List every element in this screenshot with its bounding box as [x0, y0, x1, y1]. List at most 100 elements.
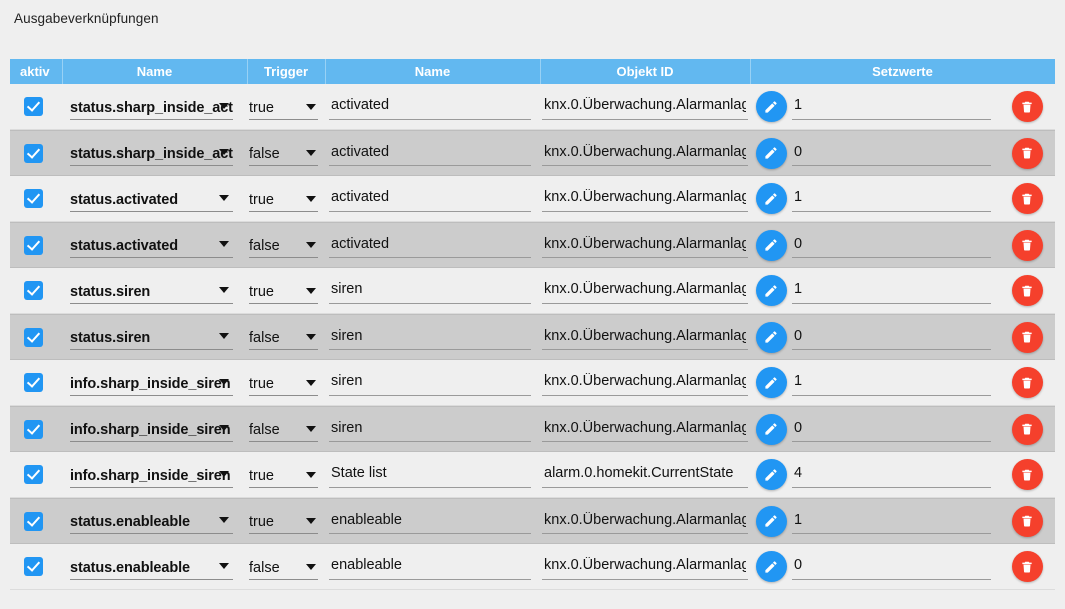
row-active-checkbox[interactable] — [24, 373, 43, 392]
target-name-input[interactable] — [329, 324, 531, 350]
delete-button[interactable] — [1011, 367, 1043, 398]
object-id-input[interactable] — [542, 369, 748, 396]
row-active-checkbox[interactable] — [24, 189, 43, 208]
target-name-input[interactable] — [329, 185, 531, 212]
delete-button[interactable] — [1011, 91, 1043, 122]
set-value-input[interactable] — [792, 140, 991, 166]
name-select[interactable]: status.enableable — [70, 508, 233, 534]
delete-button[interactable] — [1011, 413, 1043, 445]
edit-button[interactable] — [755, 137, 787, 169]
object-id-input[interactable] — [542, 553, 748, 580]
set-value-input[interactable] — [792, 553, 991, 580]
set-value-input[interactable] — [792, 232, 991, 258]
cell-aktiv — [10, 176, 62, 222]
target-name-input[interactable] — [329, 416, 531, 442]
row-active-checkbox[interactable] — [24, 465, 43, 484]
trigger-select[interactable]: true — [249, 278, 318, 304]
name-select[interactable]: status.enableable — [70, 554, 233, 580]
cell-setzwerte — [792, 406, 999, 452]
edit-button[interactable] — [755, 275, 787, 306]
edit-button[interactable] — [755, 91, 787, 122]
name-select[interactable]: status.activated — [70, 232, 233, 258]
edit-button[interactable] — [755, 321, 787, 353]
row-active-checkbox[interactable] — [24, 281, 43, 300]
row-active-checkbox[interactable] — [24, 97, 43, 116]
delete-button[interactable] — [1011, 183, 1043, 214]
set-value-input[interactable] — [792, 93, 991, 120]
target-name-input[interactable] — [329, 369, 531, 396]
delete-button[interactable] — [1011, 505, 1043, 537]
cell-name-1: status.siren — [62, 268, 247, 314]
name-select[interactable]: info.sharp_inside_siren — [70, 416, 233, 442]
object-id-input[interactable] — [542, 324, 748, 350]
edit-button[interactable] — [755, 367, 787, 398]
delete-button[interactable] — [1011, 137, 1043, 169]
target-name-input[interactable] — [329, 553, 531, 580]
edit-button[interactable] — [755, 413, 787, 445]
set-value-input[interactable] — [792, 277, 991, 304]
delete-button[interactable] — [1011, 275, 1043, 306]
set-value-input[interactable] — [792, 185, 991, 212]
object-id-input[interactable] — [542, 461, 748, 488]
trigger-select[interactable]: false — [249, 232, 318, 258]
trigger-select[interactable]: false — [249, 324, 318, 350]
trigger-select[interactable]: true — [249, 462, 318, 488]
object-id-input[interactable] — [542, 185, 748, 212]
cell-edit-action — [750, 84, 792, 130]
trigger-select[interactable]: true — [249, 370, 318, 396]
trigger-select[interactable]: true — [249, 94, 318, 120]
object-id-input[interactable] — [542, 508, 748, 534]
object-id-input[interactable] — [542, 416, 748, 442]
column-header-name-2: Name — [325, 59, 540, 84]
chevron-down-icon — [306, 103, 316, 110]
set-value-input[interactable] — [792, 369, 991, 396]
delete-button[interactable] — [1011, 321, 1043, 353]
name-select[interactable]: info.sharp_inside_siren — [70, 370, 233, 396]
edit-button[interactable] — [755, 551, 787, 582]
row-active-checkbox[interactable] — [24, 143, 43, 163]
row-active-checkbox[interactable] — [24, 557, 43, 576]
name-select[interactable]: status.siren — [70, 324, 233, 350]
trigger-select[interactable]: false — [249, 416, 318, 442]
edit-button[interactable] — [755, 505, 787, 537]
name-select[interactable]: info.sharp_inside_siren — [70, 462, 233, 488]
set-value-input[interactable] — [792, 461, 991, 488]
trigger-select-value: true — [249, 467, 274, 484]
name-select[interactable]: status.activated — [70, 186, 233, 212]
target-name-input[interactable] — [329, 93, 531, 120]
edit-button[interactable] — [755, 183, 787, 214]
delete-button[interactable] — [1011, 459, 1043, 490]
trigger-select[interactable]: false — [249, 140, 318, 166]
edit-button[interactable] — [755, 459, 787, 490]
chevron-down-icon — [306, 150, 316, 156]
object-id-input[interactable] — [542, 277, 748, 304]
object-id-input[interactable] — [542, 93, 748, 120]
edit-button[interactable] — [755, 229, 787, 261]
object-id-input[interactable] — [542, 232, 748, 258]
cell-objekt-id — [540, 498, 750, 544]
trigger-select[interactable]: true — [249, 186, 318, 212]
name-select[interactable]: status.siren — [70, 278, 233, 304]
trigger-select[interactable]: true — [249, 508, 318, 534]
table-row: status.activated false — [10, 222, 1055, 268]
target-name-input[interactable] — [329, 508, 531, 534]
set-value-input[interactable] — [792, 416, 991, 442]
cell-name-2 — [325, 176, 540, 222]
row-active-checkbox[interactable] — [24, 511, 43, 531]
object-id-input[interactable] — [542, 140, 748, 166]
target-name-input[interactable] — [329, 461, 531, 488]
delete-button[interactable] — [1011, 551, 1043, 582]
delete-button[interactable] — [1011, 229, 1043, 261]
row-active-checkbox[interactable] — [24, 327, 43, 347]
row-active-checkbox[interactable] — [24, 235, 43, 255]
target-name-input[interactable] — [329, 277, 531, 304]
target-name-input[interactable] — [329, 140, 531, 166]
target-name-input[interactable] — [329, 232, 531, 258]
set-value-input[interactable] — [792, 508, 991, 534]
set-value-input[interactable] — [792, 324, 991, 350]
name-select[interactable]: status.sharp_inside_activated — [70, 94, 233, 120]
trigger-select[interactable]: false — [249, 554, 318, 580]
trigger-select-value: false — [249, 146, 280, 162]
row-active-checkbox[interactable] — [24, 419, 43, 439]
name-select[interactable]: status.sharp_inside_activated — [70, 140, 233, 166]
